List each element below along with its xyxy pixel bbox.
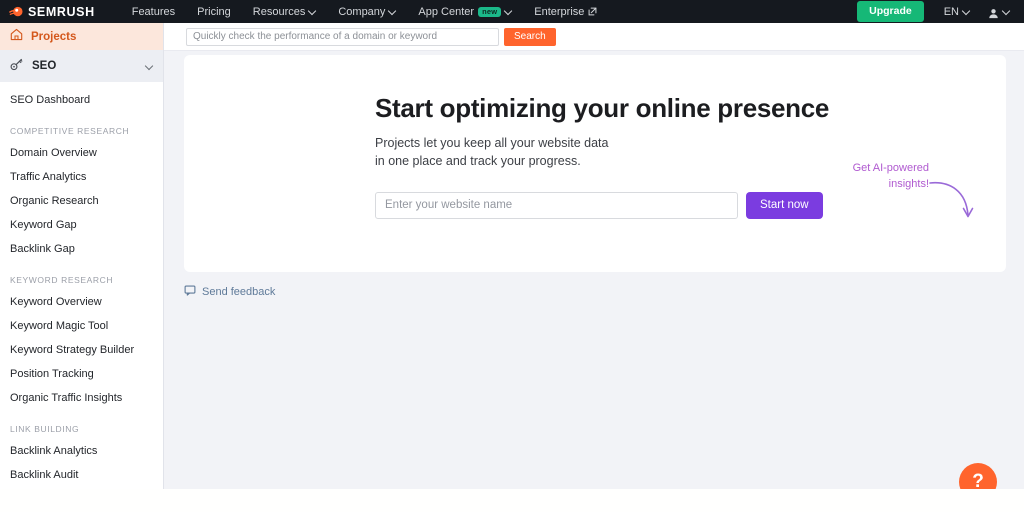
chevron-down-icon (963, 8, 970, 15)
left-sidebar: Projects SEO SEO Dashboard COMPETITIVE R… (0, 23, 164, 489)
sidebar-section-competitive-research: COMPETITIVE RESEARCH Domain Overview Tra… (0, 113, 163, 262)
sidebar-section-title: LINK BUILDING (10, 424, 80, 435)
sidebar-section-keyword-research: KEYWORD RESEARCH Keyword Overview Keywor… (0, 262, 163, 411)
search-bar: Search (164, 23, 1024, 51)
nav-label: Features (131, 5, 176, 18)
nav-label: Company (338, 5, 386, 18)
nav-label: Resources (252, 5, 306, 18)
main-content-area: Search Start optimizing your online pres… (164, 23, 1024, 501)
chevron-down-icon (505, 8, 512, 15)
speech-bubble-icon (184, 283, 196, 301)
user-avatar-icon (988, 6, 999, 19)
sidebar-item-projects[interactable]: Projects (0, 23, 163, 50)
language-label: EN (943, 5, 959, 18)
upgrade-button[interactable]: Upgrade (857, 1, 924, 22)
sidebar-item-seo[interactable]: SEO (0, 50, 163, 82)
sidebar-item-seo-dashboard[interactable]: SEO Dashboard (0, 82, 163, 113)
nav-item-app-center[interactable]: App Center new (407, 0, 523, 23)
send-feedback-link[interactable]: Send feedback (184, 283, 275, 301)
chevron-down-icon (389, 8, 396, 15)
sidebar-item-keyword-magic-tool[interactable]: Keyword Magic Tool (0, 314, 163, 338)
main-nav-items: Features Pricing Resources Company App C… (121, 0, 609, 23)
key-icon (10, 57, 24, 76)
top-navigation-bar: SEMRUSH Features Pricing Resources Compa… (0, 0, 1024, 23)
home-icon (10, 28, 23, 46)
sidebar-item-backlink-audit[interactable]: Backlink Audit (0, 463, 163, 487)
sidebar-projects-label: Projects (31, 30, 77, 43)
sidebar-item-keyword-overview[interactable]: Keyword Overview (0, 290, 163, 314)
page-title: Start optimizing your online presence (375, 93, 830, 123)
user-account-menu[interactable] (980, 6, 1016, 19)
nav-label: Pricing (197, 5, 231, 18)
sidebar-item-position-tracking[interactable]: Position Tracking (0, 363, 163, 387)
page-bottom-edge (0, 489, 1024, 512)
sidebar-section-link-building: LINK BUILDING Backlink Analytics Backlin… (0, 411, 163, 489)
search-button[interactable]: Search (504, 27, 556, 46)
external-link-icon (588, 7, 597, 16)
sidebar-item-backlink-analytics[interactable]: Backlink Analytics (0, 439, 163, 463)
send-feedback-label: Send feedback (202, 286, 276, 298)
nav-item-pricing[interactable]: Pricing (186, 0, 242, 23)
nav-right-group: Upgrade EN (857, 1, 1024, 22)
curved-arrow-icon (928, 175, 984, 236)
sidebar-section-title: COMPETITIVE RESEARCH (10, 126, 130, 137)
sidebar-section-title: KEYWORD RESEARCH (10, 275, 114, 286)
semrush-comet-logo-icon (8, 4, 23, 19)
sidebar-item-traffic-analytics[interactable]: Traffic Analytics (0, 165, 163, 189)
sidebar-item-keyword-gap[interactable]: Keyword Gap (0, 214, 163, 238)
nav-item-features[interactable]: Features (121, 0, 186, 23)
chevron-down-icon (309, 8, 316, 15)
sidebar-item-organic-research[interactable]: Organic Research (0, 190, 163, 214)
nav-label: App Center (418, 5, 475, 18)
semrush-logo-text: SEMRUSH (28, 4, 95, 19)
sidebar-item-keyword-strategy-builder[interactable]: Keyword Strategy Builder (0, 339, 163, 363)
onboarding-card: Start optimizing your online presence Pr… (184, 55, 1006, 272)
language-selector[interactable]: EN (936, 6, 978, 18)
start-now-button[interactable]: Start now (746, 191, 823, 219)
nav-item-company[interactable]: Company (327, 0, 407, 23)
ai-insights-annotation: Get AI-powered insights! (852, 162, 929, 190)
nav-label: Enterprise (534, 5, 585, 18)
website-form: Start now (375, 191, 1006, 219)
search-input[interactable] (186, 27, 499, 46)
chevron-down-icon (1003, 8, 1010, 15)
website-name-input[interactable] (375, 191, 738, 219)
sidebar-item-domain-overview[interactable]: Domain Overview (0, 141, 163, 165)
sidebar-item-backlink-gap[interactable]: Backlink Gap (0, 238, 163, 262)
nav-item-enterprise[interactable]: Enterprise (523, 0, 608, 23)
nav-item-resources[interactable]: Resources (242, 0, 328, 23)
semrush-logo[interactable]: SEMRUSH (0, 4, 101, 19)
sidebar-seo-label: SEO (32, 60, 57, 72)
chevron-down-icon (146, 63, 153, 70)
page-subtitle: Projects let you keep all your website d… (375, 136, 609, 168)
semrush-app-window: SEMRUSH Features Pricing Resources Compa… (0, 0, 1024, 512)
sidebar-item-organic-traffic-insights[interactable]: Organic Traffic Insights (0, 387, 163, 411)
new-badge: new (478, 6, 502, 17)
